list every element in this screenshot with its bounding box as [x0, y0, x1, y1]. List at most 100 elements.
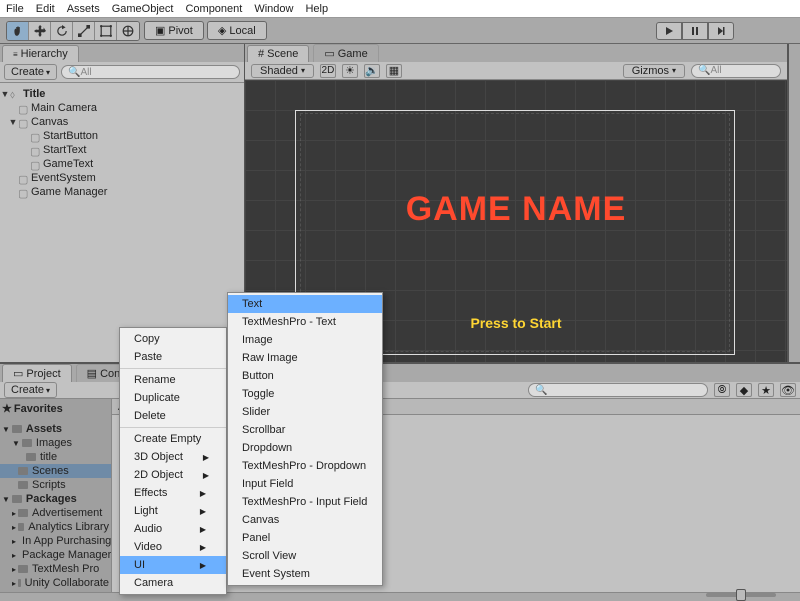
gizmos-dropdown[interactable]: Gizmos▾: [623, 64, 685, 78]
project-create-button[interactable]: Create▾: [4, 382, 57, 398]
package-item[interactable]: ▸Advertisement: [0, 506, 111, 520]
local-toggle[interactable]: ◈Local: [207, 21, 267, 40]
package-item[interactable]: ▸Analytics Library: [0, 520, 111, 534]
ctx-video[interactable]: Video▶: [120, 538, 226, 556]
ui-scrollbar[interactable]: Scrollbar: [228, 421, 382, 439]
ui-raw-image[interactable]: Raw Image: [228, 349, 382, 367]
lighting-toggle[interactable]: ☀: [342, 64, 358, 78]
ctx-ui[interactable]: UI▶: [120, 556, 226, 574]
ctx-audio[interactable]: Audio▶: [120, 520, 226, 538]
packages-root[interactable]: ▼Packages: [0, 492, 111, 506]
mode-2d-toggle[interactable]: 2D: [320, 64, 336, 78]
ctx-item-label: Effects: [134, 487, 167, 499]
menu-file[interactable]: File: [6, 3, 24, 15]
ctx-paste[interactable]: Paste: [120, 348, 226, 366]
rect-tool[interactable]: [95, 22, 117, 40]
ctx-item-label: Duplicate: [134, 392, 180, 404]
move-tool[interactable]: [29, 22, 51, 40]
menu-assets[interactable]: Assets: [67, 3, 100, 15]
ui-text[interactable]: Text: [228, 295, 382, 313]
hierarchy-create-button[interactable]: Create▾: [4, 64, 57, 80]
ctx-item-label: Raw Image: [242, 352, 298, 364]
project-folder[interactable]: title: [0, 450, 111, 464]
project-search[interactable]: 🔍: [528, 383, 708, 397]
project-folder[interactable]: Scripts: [0, 478, 111, 492]
ctx-delete[interactable]: Delete: [120, 407, 226, 425]
assets-root[interactable]: ▼Assets: [0, 422, 111, 436]
project-tab-label: Project: [26, 368, 60, 380]
menu-help[interactable]: Help: [305, 3, 328, 15]
effects-toggle[interactable]: ▦: [386, 64, 402, 78]
hierarchy-item[interactable]: ▢GameText: [0, 157, 244, 171]
step-button[interactable]: [708, 22, 734, 40]
menu-component[interactable]: Component: [185, 3, 242, 15]
ui-tmp-dropdown[interactable]: TextMeshPro - Dropdown: [228, 457, 382, 475]
menu-window[interactable]: Window: [254, 3, 293, 15]
scene-root[interactable]: ▼⬨Title: [0, 87, 244, 101]
package-item[interactable]: ▸In App Purchasing: [0, 534, 111, 548]
hidden-icon[interactable]: 👁: [780, 383, 796, 397]
gameobject-icon: ▢: [30, 145, 40, 155]
hierarchy-search[interactable]: 🔍All: [61, 65, 240, 79]
audio-toggle[interactable]: 🔉: [364, 64, 380, 78]
hierarchy-item[interactable]: ▢EventSystem: [0, 171, 244, 185]
favorites-root[interactable]: ★Favorites: [0, 401, 111, 416]
unified-tool[interactable]: [117, 22, 139, 40]
ui-panel[interactable]: Panel: [228, 529, 382, 547]
scene-search[interactable]: 🔍All: [691, 64, 781, 78]
hierarchy-item[interactable]: ▢Main Camera: [0, 101, 244, 115]
ctx-camera[interactable]: Camera: [120, 574, 226, 592]
ui-event-system[interactable]: Event System: [228, 565, 382, 583]
ui-toggle[interactable]: Toggle: [228, 385, 382, 403]
hierarchy-item[interactable]: ▢StartButton: [0, 129, 244, 143]
hierarchy-item[interactable]: ▢StartText: [0, 143, 244, 157]
hand-tool[interactable]: [7, 22, 29, 40]
game-tab[interactable]: ▭Game: [313, 44, 378, 62]
project-folder[interactable]: ▼Images: [0, 436, 111, 450]
ctx-effects[interactable]: Effects ▶: [120, 484, 226, 502]
ctx-light[interactable]: Light▶: [120, 502, 226, 520]
ui-canvas[interactable]: Canvas: [228, 511, 382, 529]
scale-tool[interactable]: [73, 22, 95, 40]
ui-tmp-text[interactable]: TextMeshPro - Text: [228, 313, 382, 331]
ui-input-field[interactable]: Input Field: [228, 475, 382, 493]
menu-edit[interactable]: Edit: [36, 3, 55, 15]
ui-tmp-input-field[interactable]: TextMeshPro - Input Field: [228, 493, 382, 511]
ctx-3d-object[interactable]: 3D Object▶: [120, 448, 226, 466]
shading-dropdown[interactable]: Shaded▾: [251, 64, 314, 78]
ctx-duplicate[interactable]: Duplicate: [120, 389, 226, 407]
rotate-tool[interactable]: [51, 22, 73, 40]
submenu-arrow-icon: ▶: [200, 561, 206, 570]
package-item[interactable]: ▸Unity Collaborate: [0, 576, 111, 590]
ctx-2d-object[interactable]: 2D Object▶: [120, 466, 226, 484]
ctx-create-empty[interactable]: Create Empty: [120, 427, 226, 448]
filter-icon-2[interactable]: ◆: [736, 383, 752, 397]
project-folder-selected[interactable]: Scenes: [0, 464, 111, 478]
inspector-collapsed[interactable]: [788, 44, 800, 362]
ui-dropdown[interactable]: Dropdown: [228, 439, 382, 457]
ui-image[interactable]: Image: [228, 331, 382, 349]
ui-slider[interactable]: Slider: [228, 403, 382, 421]
ui-button[interactable]: Button: [228, 367, 382, 385]
thumbnail-zoom-slider[interactable]: [706, 593, 776, 597]
ui-scroll-view[interactable]: Scroll View: [228, 547, 382, 565]
package-item[interactable]: ▸TextMesh Pro: [0, 562, 111, 576]
scene-tab[interactable]: #Scene: [247, 45, 309, 62]
hierarchy-item[interactable]: ▼▢Canvas: [0, 115, 244, 129]
favorite-icon[interactable]: ★: [758, 383, 774, 397]
slider-knob[interactable]: [736, 589, 746, 601]
pivot-toggle[interactable]: ▣Pivot: [144, 21, 204, 40]
package-item[interactable]: ▸Package Manager UI: [0, 548, 111, 562]
submenu-arrow-icon: ▶: [200, 489, 206, 498]
ctx-item-label: Video: [134, 541, 162, 553]
menu-gameobject[interactable]: GameObject: [112, 3, 174, 15]
ctx-item-label: Toggle: [242, 388, 274, 400]
ctx-item-label: Input Field: [242, 478, 293, 490]
hierarchy-tab[interactable]: ≡Hierarchy: [2, 45, 79, 62]
project-tab[interactable]: ▭Project: [2, 364, 72, 382]
hierarchy-item[interactable]: ▢Game Manager: [0, 185, 244, 199]
filter-icon-1[interactable]: ⦾: [714, 383, 730, 397]
play-button[interactable]: [656, 22, 682, 40]
pause-button[interactable]: [682, 22, 708, 40]
ctx-copy[interactable]: Copy: [120, 330, 226, 348]
